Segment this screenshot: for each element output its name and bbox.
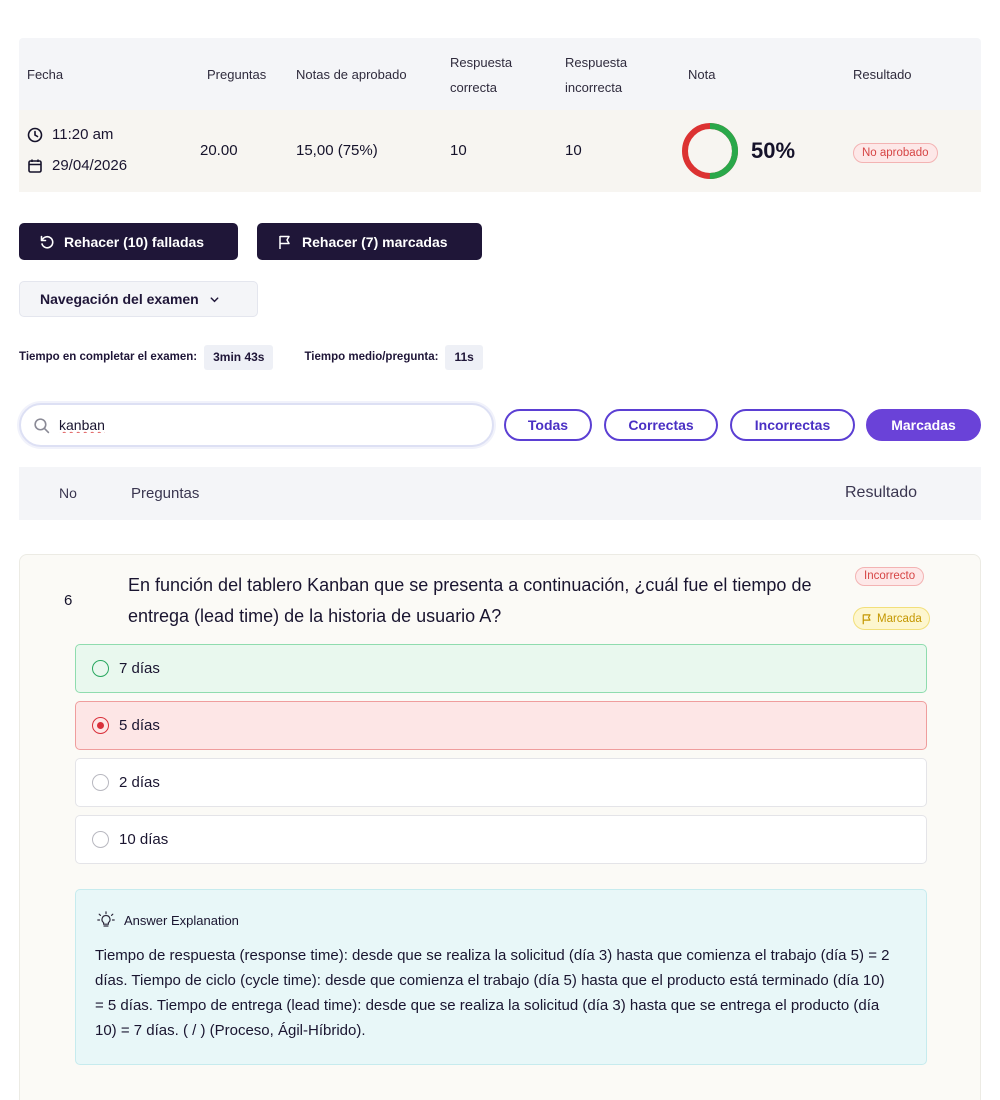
questions-table-header: No Preguntas Resultado bbox=[19, 467, 981, 520]
marked-badge-label: Marcada bbox=[877, 612, 922, 625]
lightbulb-icon bbox=[97, 911, 115, 927]
answer-label: 2 días bbox=[119, 774, 160, 791]
header-preguntas: Preguntas bbox=[207, 67, 267, 82]
search-box[interactable] bbox=[19, 403, 494, 447]
timing-row: Tiempo en completar el examen: 3min 43s … bbox=[19, 344, 483, 370]
header-notas-aprobado: Notas de aprobado bbox=[296, 67, 407, 82]
answer-label: 5 días bbox=[119, 717, 160, 734]
marked-badge: Marcada bbox=[853, 607, 930, 630]
completion-time-label: Tiempo en completar el examen: bbox=[19, 351, 198, 363]
answer-option-correct[interactable]: 7 días bbox=[75, 644, 927, 693]
exam-navigation-label: Navegación del examen bbox=[40, 291, 199, 307]
explanation-text: Tiempo de respuesta (response time): des… bbox=[95, 947, 890, 1039]
question-text: En función del tablero Kanban que se pre… bbox=[128, 575, 812, 626]
flag-icon bbox=[279, 235, 290, 249]
header-respuesta-correcta: Respuesta correcta bbox=[450, 55, 513, 95]
time-cell: 11:20 am bbox=[27, 126, 113, 143]
incorrect-badge: Incorrecto bbox=[855, 567, 925, 586]
time-value: 11:20 am bbox=[52, 126, 114, 143]
redo-failed-button[interactable]: Rehacer (10) falladas bbox=[19, 223, 238, 260]
radio-button[interactable] bbox=[92, 774, 109, 791]
results-summary: Fecha Preguntas Notas de aprobado Respue… bbox=[19, 38, 981, 192]
exam-navigation-dropdown[interactable]: Navegación del examen bbox=[19, 281, 258, 317]
score-percent: 50% bbox=[751, 138, 796, 163]
explanation-header: Answer Explanation bbox=[97, 911, 239, 929]
calendar-icon bbox=[28, 159, 42, 173]
header-respuesta-incorrecta: Respuesta incorrecta bbox=[565, 55, 628, 95]
header-resultado: Resultado bbox=[853, 67, 912, 82]
redo-failed-label: Rehacer (10) falladas bbox=[64, 233, 205, 250]
answer-label: 10 días bbox=[119, 831, 169, 848]
question-card: 6 En función del tablero Kanban que se p… bbox=[19, 554, 981, 1100]
clock-icon bbox=[27, 127, 43, 142]
filter-todas[interactable]: Todas bbox=[504, 409, 592, 441]
summary-header: Fecha Preguntas Notas de aprobado Respue… bbox=[19, 38, 981, 110]
filter-marcadas[interactable]: Marcadas bbox=[866, 409, 981, 441]
incorrectas-value: 10 bbox=[565, 142, 582, 159]
explanation-title: Answer Explanation bbox=[124, 912, 239, 928]
search-icon bbox=[34, 417, 50, 433]
undo-icon bbox=[40, 235, 54, 249]
redo-marked-button[interactable]: Rehacer (7) marcadas bbox=[257, 223, 482, 260]
search-input[interactable] bbox=[59, 417, 439, 433]
date-value: 29/04/2026 bbox=[52, 157, 128, 174]
col-no: No bbox=[59, 485, 77, 501]
chevron-down-icon bbox=[210, 296, 219, 302]
answer-label: 7 días bbox=[119, 660, 160, 677]
radio-button[interactable] bbox=[92, 660, 109, 677]
col-resultado: Resultado bbox=[845, 484, 918, 501]
redo-marked-label: Rehacer (7) marcadas bbox=[302, 233, 448, 250]
filter-incorrectas[interactable]: Incorrectas bbox=[730, 409, 855, 441]
avg-time-value: 11s bbox=[445, 344, 483, 370]
col-preguntas: Preguntas bbox=[131, 485, 200, 502]
answer-option[interactable]: 10 días bbox=[75, 815, 927, 864]
notas-aprobado-value: 15,00 (75%) bbox=[296, 142, 378, 159]
radio-button-selected[interactable] bbox=[92, 717, 109, 734]
completion-time-value: 3min 43s bbox=[204, 344, 274, 370]
summary-row: 11:20 am 29/04/2026 20.00 15,00 (75%) 10… bbox=[19, 110, 981, 192]
score-donut bbox=[682, 123, 738, 179]
date-cell: 29/04/2026 bbox=[27, 157, 127, 174]
header-fecha: Fecha bbox=[27, 67, 64, 82]
flag-icon bbox=[862, 613, 871, 624]
correctas-value: 10 bbox=[450, 142, 467, 159]
answer-option-selected-wrong[interactable]: 5 días bbox=[75, 701, 927, 750]
header-nota: Nota bbox=[688, 67, 716, 82]
radio-button[interactable] bbox=[92, 831, 109, 848]
question-number: 6 bbox=[64, 592, 73, 609]
result-badge: No aprobado bbox=[853, 143, 938, 163]
answer-option[interactable]: 2 días bbox=[75, 758, 927, 807]
filter-correctas[interactable]: Correctas bbox=[604, 409, 718, 441]
answer-explanation: Answer Explanation Tiempo de respuesta (… bbox=[75, 889, 927, 1065]
avg-time-label: Tiempo medio/pregunta: bbox=[304, 351, 439, 363]
preguntas-value: 20.00 bbox=[200, 142, 238, 159]
